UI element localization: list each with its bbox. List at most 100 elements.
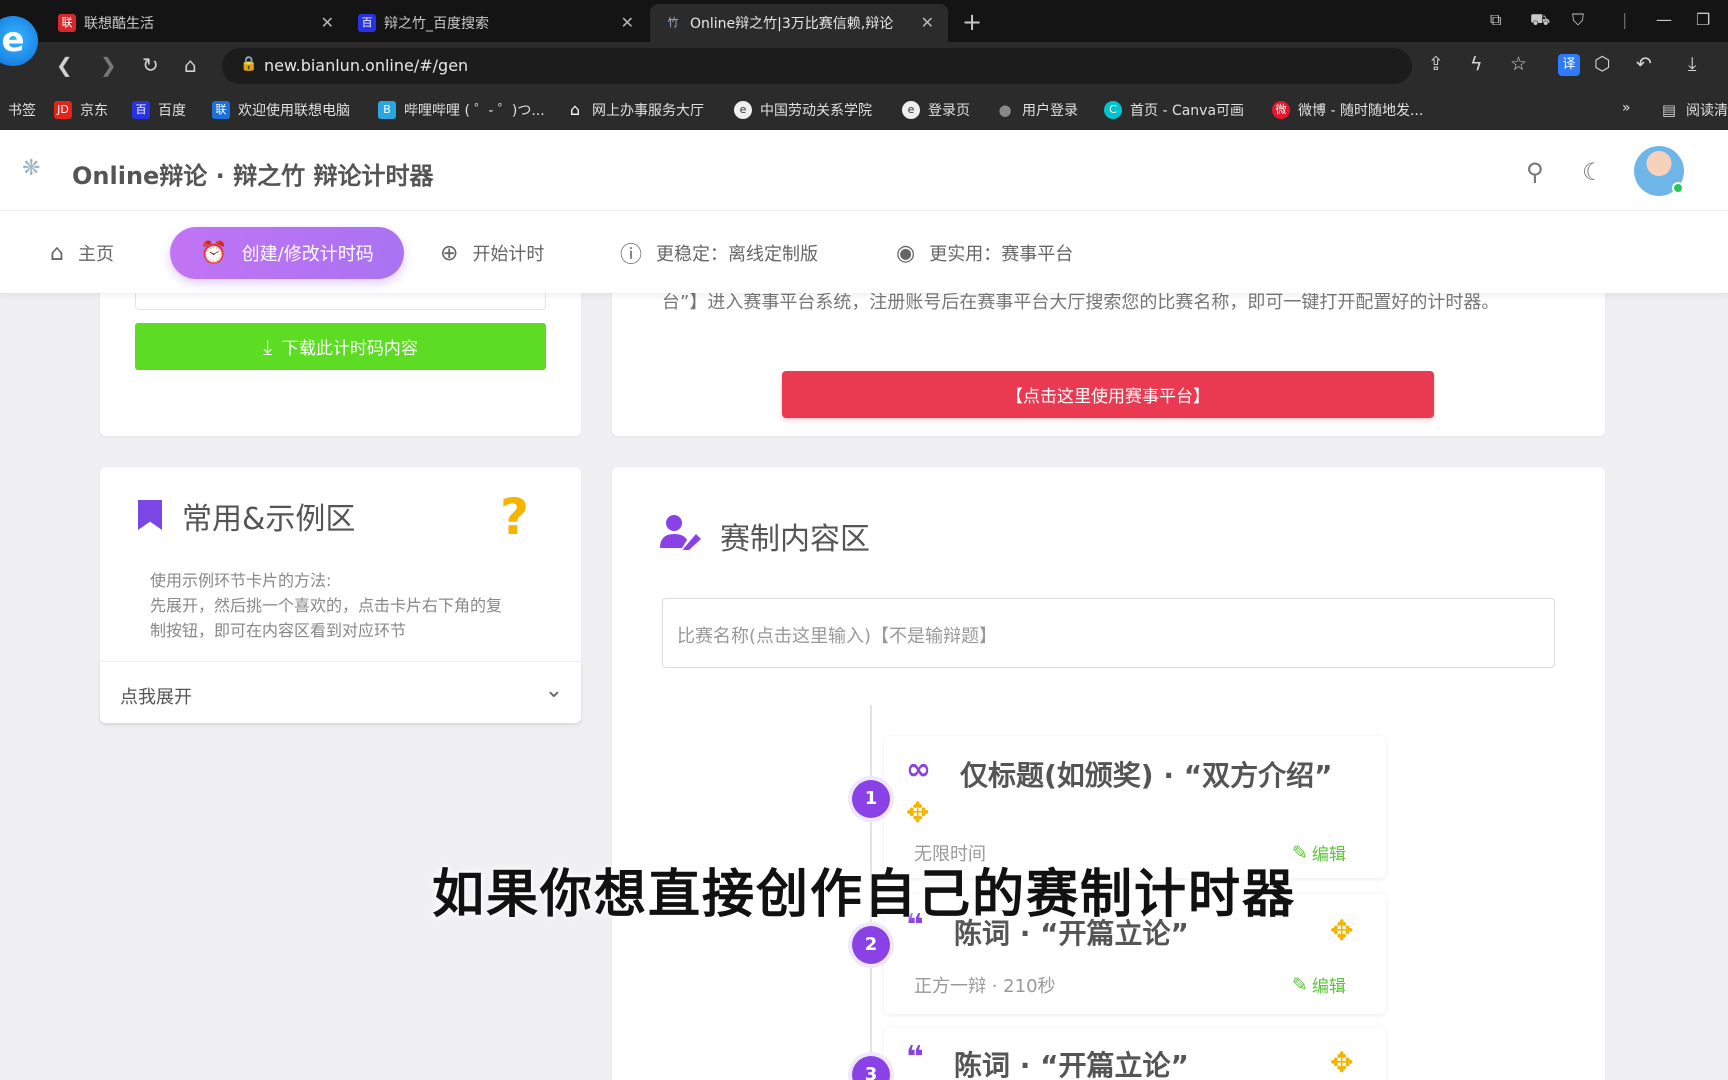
- globe-icon: ●: [998, 101, 1012, 119]
- maximize-icon[interactable]: ❐: [1696, 10, 1710, 29]
- minimize-icon[interactable]: —: [1656, 10, 1672, 29]
- jd-icon: JD: [54, 101, 72, 119]
- star-icon[interactable]: ☆: [1510, 53, 1527, 75]
- timeline-title: 仅标题(如颁奖) · “双方介绍”: [960, 759, 1333, 792]
- new-tab-button[interactable]: +: [962, 8, 982, 36]
- bookmark-service-hall[interactable]: ⌂ 网上办事服务大厅: [566, 100, 704, 120]
- bookmark-user-login[interactable]: ● 用户登录: [996, 100, 1078, 120]
- shirt-icon[interactable]: ⛉: [1572, 10, 1584, 30]
- bookmark-college[interactable]: e 中国劳动关系学院: [734, 100, 872, 120]
- content-title: 赛制内容区: [720, 522, 870, 557]
- edge-icon: e: [734, 101, 752, 119]
- info-circle-icon: ⓘ: [620, 243, 643, 268]
- site-header: ❋ Online辩论 · 辩之竹 辩论计时器 ⚲ ☾: [0, 130, 1728, 211]
- moon-icon[interactable]: ☾: [1582, 158, 1604, 186]
- nav-create-timer-code[interactable]: ⏰ 创建/修改计时码: [170, 227, 404, 279]
- bookmark-bilibili[interactable]: B 哔哩哔哩 ( ゜- ゜)つ...: [378, 100, 545, 120]
- timeline-number: 2: [852, 926, 890, 964]
- home-icon: ⌂: [50, 240, 64, 266]
- address-bar: ❮ ❯ ↻ ⌂ 🔒 new.bianlun.online/#/gen ⇪ ϟ ☆…: [0, 42, 1728, 90]
- lenovo-favicon-icon: 联: [58, 14, 76, 32]
- nav-event-platform[interactable]: ◉ 更实用：赛事平台: [896, 227, 1073, 279]
- search-icon[interactable]: ⚲: [1526, 158, 1544, 186]
- timeline-title: 陈词 · “开篇立论”: [954, 1049, 1189, 1080]
- forward-icon[interactable]: ❯: [100, 53, 117, 77]
- bookmark-baidu[interactable]: 百百度: [132, 100, 186, 120]
- lock-icon: 🔒: [240, 56, 258, 72]
- bookmark-folder[interactable]: 书签: [8, 100, 36, 120]
- infinity-icon: ∞: [906, 752, 931, 787]
- bookmark-weibo[interactable]: 微微博 - 随时随地发...: [1272, 100, 1423, 120]
- examples-title: 常用&示例区: [182, 502, 356, 537]
- weibo-icon: 微: [1272, 101, 1290, 119]
- tab-title: 联想酷生活: [84, 16, 154, 32]
- move-icon[interactable]: ✥: [1330, 1046, 1353, 1079]
- extensions-icon[interactable]: ⬡: [1594, 53, 1611, 75]
- home-icon[interactable]: ⌂: [184, 53, 197, 77]
- bookmark-login-page[interactable]: e 登录页: [902, 100, 970, 120]
- reader-icon: ▤: [1661, 101, 1677, 119]
- use-platform-button[interactable]: 【点击这里使用赛事平台】: [782, 371, 1434, 418]
- baidu-favicon-icon: 百: [358, 14, 376, 32]
- avatar[interactable]: [1634, 146, 1684, 196]
- url-field[interactable]: 🔒 new.bianlun.online/#/gen: [222, 48, 1412, 84]
- bilibili-icon: B: [378, 101, 396, 119]
- timeline-number: 1: [852, 780, 890, 818]
- video-subtitle: 如果你想直接创作自己的赛制计时器: [431, 865, 1296, 925]
- tab-search-icon[interactable]: ⧉: [1490, 10, 1501, 30]
- tab-lenovo[interactable]: 联 联想酷生活 ✕: [0, 4, 348, 42]
- nav-start-timer[interactable]: ⊕ 开始计时: [440, 227, 544, 279]
- expand-examples-toggle[interactable]: 点我展开 ⌄: [100, 661, 581, 723]
- share-icon[interactable]: ⇪: [1428, 53, 1444, 75]
- tab-bar: e 联 联想酷生活 ✕ 百 辩之竹_百度搜索 ✕ 竹 Online辩之竹|3万比…: [0, 0, 1728, 66]
- usage-instructions: 使用示例环节卡片的方法: 先展开，然后挑一个喜欢的，点击卡片右下角的复 制按钮，…: [150, 571, 503, 640]
- bookmark-lenovo[interactable]: 联欢迎使用联想电脑: [212, 100, 350, 120]
- alarm-plus-icon: ⏰: [200, 240, 228, 266]
- divider: |: [1622, 10, 1628, 29]
- platform-icon: ◉: [896, 240, 916, 266]
- chevron-down-icon: ⌄: [544, 678, 563, 703]
- bamboo-favicon-icon: 竹: [667, 16, 679, 29]
- baidu-icon: 百: [132, 101, 150, 119]
- timeline-duration: 正方一辩 · 210秒: [914, 976, 1056, 997]
- bookmark-canva[interactable]: C 首页 - Canva可画: [1104, 100, 1244, 120]
- close-icon[interactable]: ✕: [921, 13, 934, 32]
- download-icon[interactable]: ⤓: [1688, 53, 1696, 75]
- nav-home[interactable]: ⌂ 主页: [50, 227, 114, 279]
- game-icon[interactable]: ⛟: [1530, 10, 1550, 31]
- site-title[interactable]: Online辩论 · 辩之竹 辩论计时器: [72, 156, 434, 191]
- edge-icon: e: [902, 101, 920, 119]
- bookmarks-bar: 书签 JD 京东 百百度 联欢迎使用联想电脑 B 哔哩哔哩 ( ゜- ゜)つ... …: [0, 90, 1728, 130]
- reader-mode[interactable]: ▤ 阅读清: [1660, 100, 1728, 120]
- bamboo-logo-icon: ❋: [22, 156, 41, 181]
- url-text: new.bianlun.online/#/gen: [264, 56, 469, 75]
- back-icon[interactable]: ❮: [56, 53, 73, 77]
- download-icon: ⤓: [263, 334, 272, 359]
- translate-icon[interactable]: 译: [1558, 54, 1580, 76]
- reload-icon[interactable]: ↻: [142, 53, 159, 77]
- help-question-icon[interactable]: ?: [500, 488, 529, 546]
- lenovo-icon: 联: [212, 101, 230, 119]
- undo-icon[interactable]: ↶: [1636, 53, 1652, 75]
- edit-icon: ✎: [1292, 973, 1308, 996]
- site-nav: ⌂ 主页 ⏰ 创建/修改计时码 ⊕ 开始计时 ⓘ 更稳定：离线定制版 ◉ 更实用…: [0, 211, 1728, 293]
- tab-bianlun[interactable]: 竹 Online辩之竹|3万比赛信赖,辩论 ✕: [650, 4, 948, 42]
- browser-chrome: e 联 联想酷生活 ✕ 百 辩之竹_百度搜索 ✕ 竹 Online辩之竹|3万比…: [0, 0, 1728, 130]
- move-icon[interactable]: ✥: [906, 796, 929, 829]
- quote-icon: ❝: [906, 1040, 924, 1075]
- match-name-input[interactable]: 比赛名称(点击这里输入)【不是输辩题】: [662, 598, 1555, 668]
- house-icon: ⌂: [569, 100, 581, 119]
- nav-offline-version[interactable]: ⓘ 更稳定：离线定制版: [620, 227, 818, 279]
- canva-icon: C: [1104, 101, 1122, 119]
- online-status-dot: [1672, 182, 1684, 194]
- tab-title: Online辩之竹|3万比赛信赖,辩论: [690, 16, 894, 32]
- edit-button[interactable]: ✎ 编辑: [1292, 972, 1346, 998]
- close-icon[interactable]: ✕: [621, 13, 634, 32]
- bookmark-jd[interactable]: JD 京东: [54, 100, 108, 120]
- download-code-button[interactable]: ⤓ 下载此计时码内容: [135, 323, 546, 370]
- tab-baidu[interactable]: 百 辩之竹_百度搜索 ✕: [300, 4, 648, 42]
- lightning-icon[interactable]: ϟ: [1470, 53, 1483, 75]
- user-edit-icon: [660, 515, 701, 550]
- tab-title: 辩之竹_百度搜索: [384, 16, 489, 32]
- bookmarks-more-icon[interactable]: »: [1622, 100, 1631, 116]
